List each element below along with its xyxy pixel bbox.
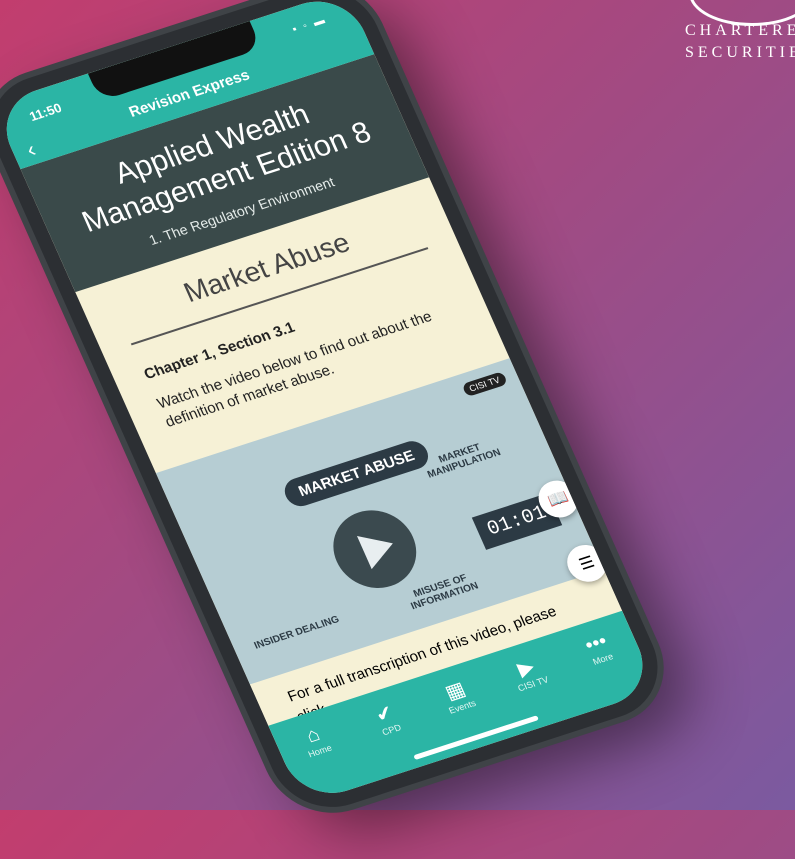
phone-screen: 11:50 ▪ ◦ ▬ ‹ Revision Express Applied W…	[0, 0, 658, 805]
node-market-manipulation: MARKET MANIPULATION	[425, 442, 503, 481]
brand-line-1: CHARTERED	[685, 22, 795, 39]
phone-body: 11:50 ▪ ◦ ▬ ‹ Revision Express Applied W…	[0, 0, 677, 822]
node-insider-dealing: INSIDER DEALING	[252, 614, 342, 652]
home-indicator	[413, 715, 539, 760]
brand-line-2: SECURITIES	[685, 44, 795, 61]
tab-events[interactable]: ▦ Events	[422, 670, 493, 721]
play-button[interactable]	[320, 500, 430, 599]
tab-more[interactable]: ••• More	[563, 624, 634, 673]
video-title: MARKET ABUSE	[280, 437, 433, 510]
node-misuse-of-information: MISUSE OF INFORMATION	[409, 572, 481, 613]
status-indicators: ▪ ◦ ▬	[290, 13, 329, 36]
tab-home[interactable]: ⌂ Home	[280, 716, 351, 765]
status-time: 11:50	[26, 100, 65, 124]
play-icon	[356, 526, 401, 570]
tab-cisi-tv[interactable]: ▶ CISI TV	[492, 647, 563, 698]
phone-mockup: 11:50 ▪ ◦ ▬ ‹ Revision Express Applied W…	[0, 0, 761, 859]
tab-cpd[interactable]: ✔ CPD	[351, 693, 422, 744]
video-tag: CISI TV	[461, 371, 509, 398]
brand-name: CHARTERED SECURITIES	[685, 20, 795, 64]
